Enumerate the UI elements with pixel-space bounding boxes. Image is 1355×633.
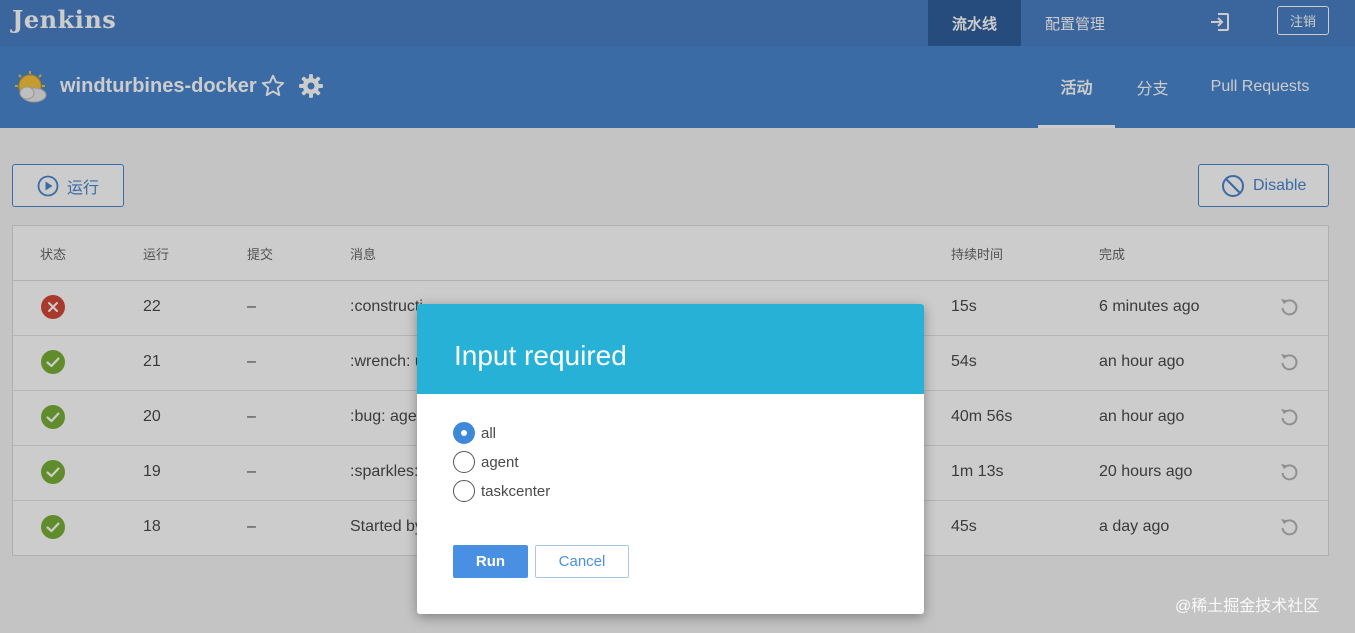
option-taskcenter[interactable]: taskcenter <box>453 479 550 503</box>
option-label: all <box>481 424 497 442</box>
radio-agent[interactable] <box>453 451 475 473</box>
option-label: taskcenter <box>481 482 551 500</box>
option-label: agent <box>481 453 519 471</box>
radio-taskcenter[interactable] <box>453 480 475 502</box>
radio-all[interactable] <box>453 422 475 444</box>
input-required-dialog: Input required all agent taskcenter Run … <box>417 304 924 614</box>
dialog-title: Input required <box>454 340 627 371</box>
dialog-cancel-button[interactable]: Cancel <box>535 545 629 578</box>
dialog-run-button[interactable]: Run <box>453 545 528 578</box>
watermark: @稀土掘金技术社区 <box>1175 598 1320 615</box>
option-all[interactable]: all <box>453 421 496 445</box>
dialog-header: Input required <box>417 304 924 394</box>
option-agent[interactable]: agent <box>453 450 519 474</box>
